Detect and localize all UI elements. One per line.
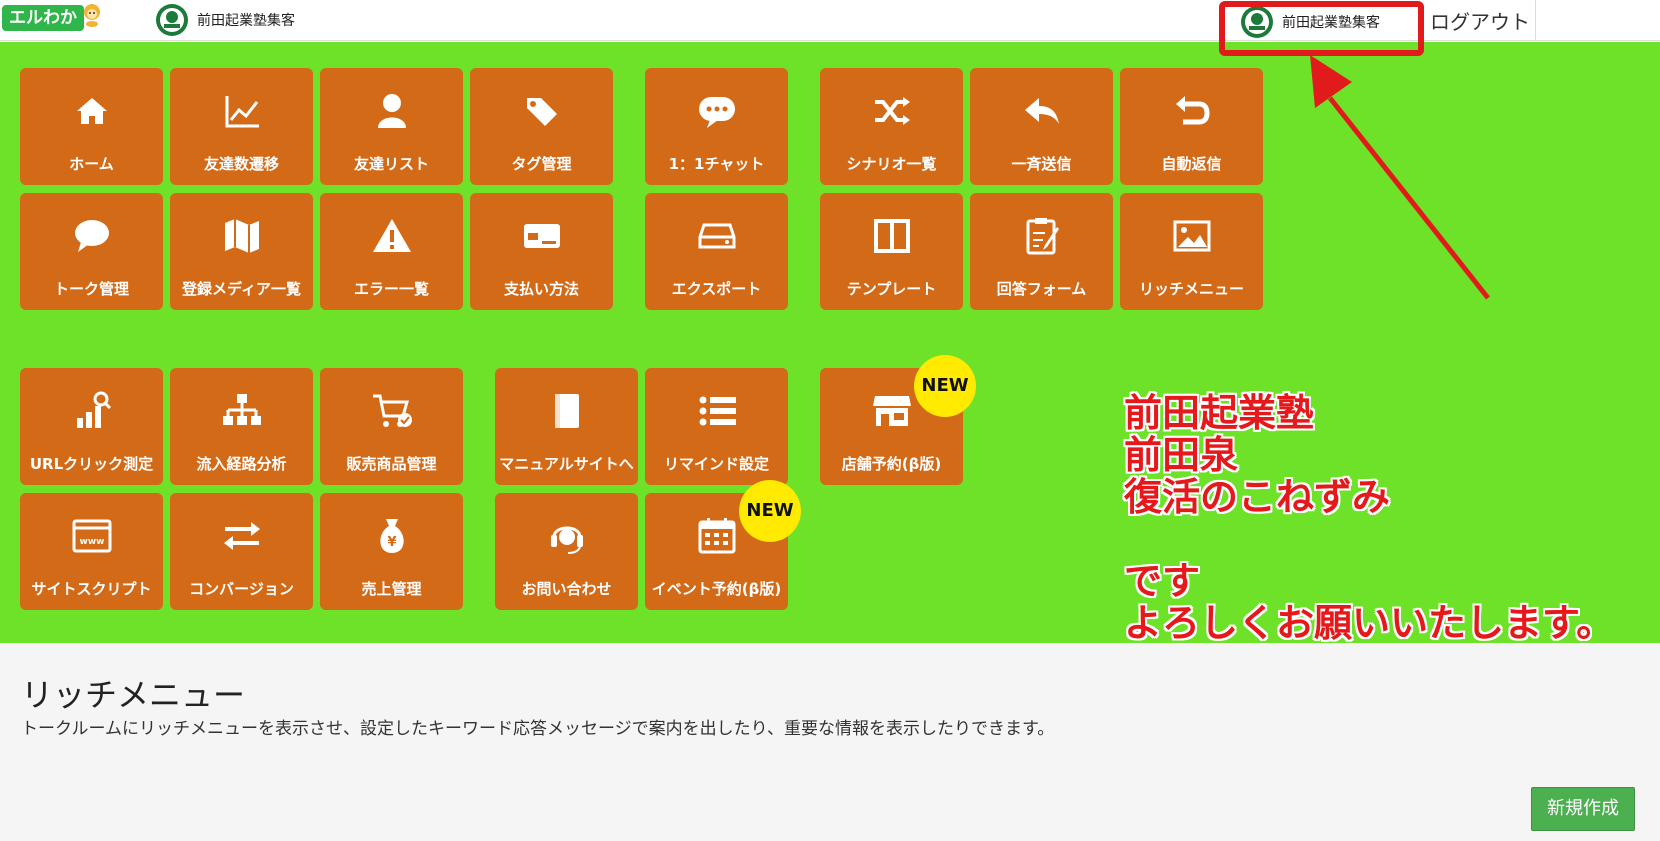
tile-label: コンバージョン <box>189 580 294 598</box>
drive-icon <box>698 223 735 249</box>
tile-label: イベント予約(β版) <box>651 580 782 598</box>
tile-tags[interactable]: タグ管理 <box>470 68 613 185</box>
undo-icon <box>1175 96 1210 125</box>
page-description: トークルームにリッチメニューを表示させ、設定したキーワード応答メッセージで案内を… <box>21 719 1055 739</box>
tile-products[interactable]: 販売商品管理 <box>320 368 463 485</box>
logout-link[interactable]: ログアウト <box>1430 6 1530 35</box>
tile-home[interactable]: ホーム <box>20 68 163 185</box>
tile-label: テンプレート <box>846 280 937 298</box>
svg-text:¥: ¥ <box>387 535 396 550</box>
tile-label: エクスポート <box>671 280 762 298</box>
tile-errors[interactable]: エラー一覧 <box>320 193 463 310</box>
columns-icon <box>873 219 910 253</box>
headset-icon <box>550 526 583 554</box>
tile-scenario[interactable]: シナリオ一覧 <box>820 68 963 185</box>
tile-label: 自動返信 <box>1161 155 1222 173</box>
tile-label: エラー一覧 <box>353 280 429 298</box>
tile-label: 販売商品管理 <box>346 455 437 473</box>
tile-broadcast[interactable]: 一斉送信 <box>970 68 1113 185</box>
warning-icon <box>372 219 411 252</box>
annotation-highlight-box <box>1219 1 1424 56</box>
user-icon <box>377 94 406 128</box>
browser-www-icon: www <box>72 519 111 553</box>
line-chart-icon <box>225 96 259 128</box>
monkey-mascot-icon <box>84 4 100 27</box>
tile-remind[interactable]: リマインド設定 <box>645 368 788 485</box>
book-icon <box>554 394 579 428</box>
tile-form[interactable]: 回答フォーム <box>970 193 1113 310</box>
tile-label: シナリオ一覧 <box>846 155 937 173</box>
tile-label: 登録メディア一覧 <box>182 280 301 298</box>
tile-payment[interactable]: 支払い方法 <box>470 193 613 310</box>
account-name: 前田起業塾集客 <box>197 13 295 29</box>
tile-label: 支払い方法 <box>503 280 579 298</box>
tile-urlclick[interactable]: URLクリック測定 <box>20 368 163 485</box>
tile-label: トーク管理 <box>53 280 129 298</box>
new-badge: NEW <box>739 480 801 542</box>
account-seal-icon <box>156 4 188 36</box>
exchange-icon <box>223 522 260 550</box>
tile-label: 売上管理 <box>361 580 422 598</box>
tile-label: リッチメニュー <box>1138 280 1244 298</box>
tile-label: サイトスクリプト <box>31 580 152 598</box>
reply-icon <box>1024 98 1059 124</box>
tile-label: 友達数遷移 <box>203 155 279 173</box>
tile-media[interactable]: 登録メディア一覧 <box>170 193 313 310</box>
tile-label: リマインド設定 <box>663 455 769 473</box>
page-title: リッチメニュー <box>21 676 246 714</box>
bar-search-icon <box>76 391 111 428</box>
sitemap-icon <box>222 394 261 425</box>
speech-bubble-icon <box>74 220 109 252</box>
tile-inflow[interactable]: 流入経路分析 <box>170 368 313 485</box>
tile-label: タグ管理 <box>511 155 572 173</box>
tile-richmenu[interactable]: リッチメニュー <box>1120 193 1263 310</box>
tile-friends-list[interactable]: 友達リスト <box>320 68 463 185</box>
tile-label: URLクリック測定 <box>29 455 154 473</box>
tile-conversion[interactable]: コンバージョン <box>170 493 313 610</box>
tile-label: お問い合わせ <box>521 580 612 598</box>
shuffle-icon <box>874 97 910 125</box>
store-icon <box>872 396 911 426</box>
cart-check-icon <box>372 394 412 427</box>
tile-label: ホーム <box>69 155 114 173</box>
header-divider <box>1535 0 1536 41</box>
create-new-button[interactable]: 新規作成 <box>1531 787 1635 831</box>
tile-template[interactable]: テンプレート <box>820 193 963 310</box>
tile-friends-trend[interactable]: 友達数遷移 <box>170 68 313 185</box>
list-icon <box>699 396 736 426</box>
tile-autoreply[interactable]: 自動返信 <box>1120 68 1263 185</box>
app-root: エルわか 前田起業塾集客 前田起業塾集客 ログアウト ホーム 友達数遷移 友達リ… <box>0 0 1660 841</box>
money-bag-icon: ¥ <box>379 519 404 553</box>
tile-talk[interactable]: トーク管理 <box>20 193 163 310</box>
tile-label: 流入経路分析 <box>196 455 287 473</box>
tile-manual[interactable]: マニュアルサイトへ <box>495 368 638 485</box>
annotation-note: 前田起業塾 前田泉 復活のこねずみ です よろしくお願いいたします。 <box>1124 391 1615 645</box>
home-icon <box>76 98 107 124</box>
tile-label: 一斉送信 <box>1011 155 1072 173</box>
tags-icon <box>526 98 557 126</box>
tile-contact[interactable]: お問い合わせ <box>495 493 638 610</box>
new-badge: NEW <box>914 355 976 417</box>
app-logo[interactable]: エルわか <box>2 5 84 31</box>
tile-export[interactable]: エクスポート <box>645 193 788 310</box>
tile-label: 1：1チャット <box>668 155 765 173</box>
tile-label: マニュアルサイトへ <box>499 455 634 473</box>
svg-text:www: www <box>79 537 104 547</box>
image-icon <box>1173 220 1210 252</box>
tile-sitescript[interactable]: www サイトスクリプト <box>20 493 163 610</box>
map-icon <box>224 219 259 253</box>
tile-sales[interactable]: ¥ 売上管理 <box>320 493 463 610</box>
tile-label: 店舗予約(β版) <box>841 455 942 473</box>
tile-chat[interactable]: 1：1チャット <box>645 68 788 185</box>
clipboard-icon <box>1026 218 1059 255</box>
chat-bubble-icon <box>698 97 735 128</box>
account-switcher[interactable]: 前田起業塾集客 <box>155 3 295 37</box>
tile-label: 友達リスト <box>353 155 429 173</box>
tile-label: 回答フォーム <box>996 280 1087 298</box>
credit-card-icon <box>523 224 560 248</box>
calendar-icon <box>698 518 735 554</box>
